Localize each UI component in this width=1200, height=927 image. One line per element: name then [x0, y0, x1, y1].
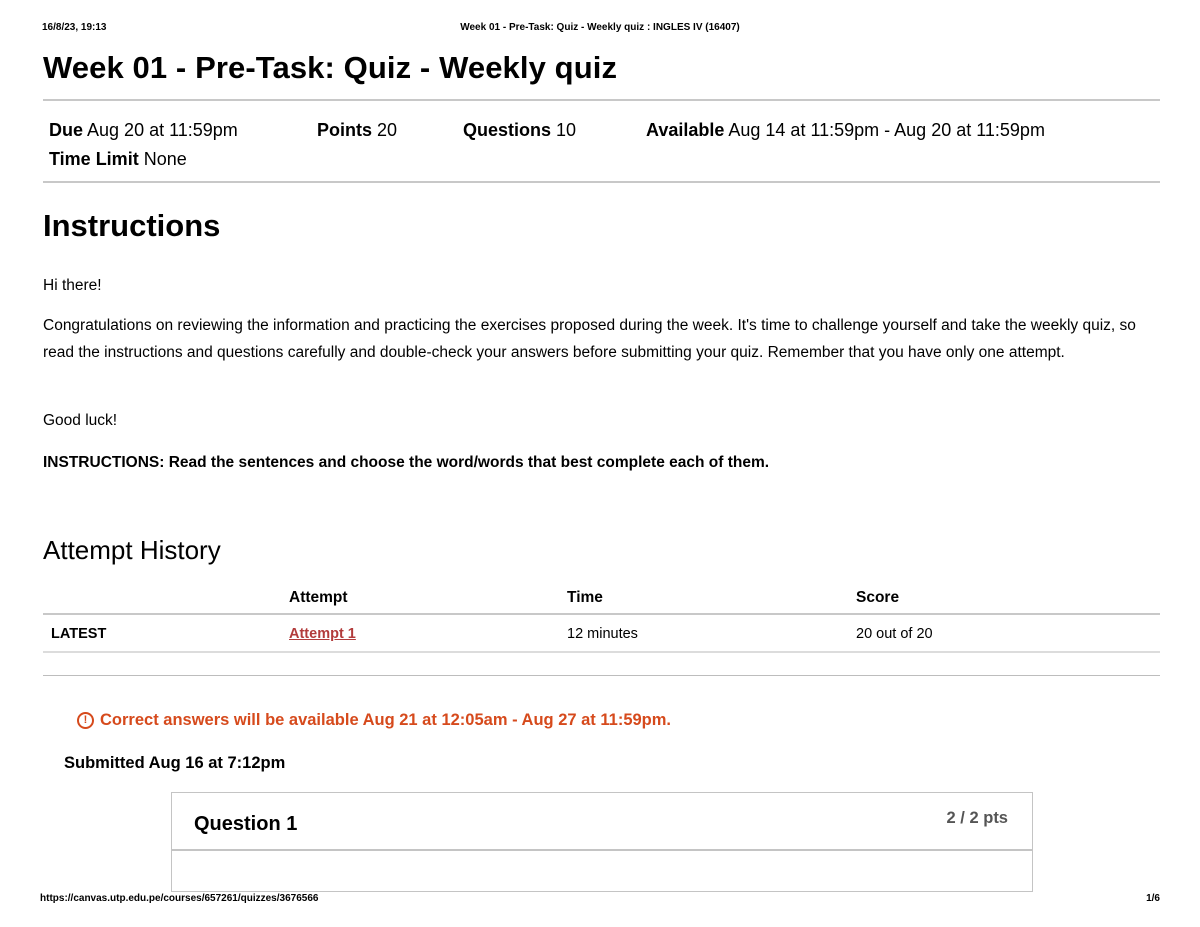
attempt-time: 12 minutes: [567, 626, 638, 642]
available-info: Available Aug 14 at 11:59pm - Aug 20 at …: [646, 116, 1045, 145]
points-value: 20: [372, 120, 398, 140]
question-header: Question 1 2 / 2 pts: [172, 793, 1032, 851]
column-header-score: Score: [856, 589, 900, 606]
quiz-meta-row: Due Aug 20 at 11:59pm Points 20 Question…: [49, 116, 1149, 145]
divider: [43, 99, 1160, 101]
points-info: Points 20: [317, 116, 463, 145]
table-header: Attempt Time Score: [43, 582, 1160, 615]
available-label: Available: [646, 120, 725, 140]
due-label: Due: [49, 120, 84, 140]
instructions-greeting: Hi there!: [43, 277, 102, 294]
questions-info: Questions 10: [463, 116, 646, 145]
questions-label: Questions: [463, 120, 552, 140]
instructions-good-luck: Good luck!: [43, 412, 118, 429]
attempt-history-table: Attempt Time Score LATEST Attempt 1 12 m…: [43, 582, 1160, 653]
correct-answers-warning: ! Correct answers will be available Aug …: [77, 711, 671, 730]
time-limit-label: Time Limit: [49, 149, 139, 169]
page-title: Week 01 - Pre-Task: Quiz - Weekly quiz: [43, 50, 618, 85]
instructions-directive: INSTRUCTIONS: Read the sentences and cho…: [43, 454, 770, 471]
divider: [43, 181, 1160, 183]
due-value: Aug 20 at 11:59pm: [83, 120, 238, 140]
alert-circle-icon: !: [77, 712, 94, 729]
column-header-attempt: Attempt: [289, 589, 348, 606]
submitted-timestamp: Submitted Aug 16 at 7:12pm: [64, 754, 286, 772]
question-card: Question 1 2 / 2 pts: [171, 792, 1033, 892]
attempt-score: 20 out of 20: [856, 626, 933, 642]
warning-text: Correct answers will be available Aug 21…: [100, 711, 672, 729]
time-limit-info: Time Limit None: [49, 145, 187, 174]
question-points: 2 / 2 pts: [946, 809, 1008, 827]
column-header-time: Time: [567, 589, 603, 606]
print-doc-title: Week 01 - Pre-Task: Quiz - Weekly quiz :…: [460, 22, 740, 33]
time-limit-value: None: [138, 149, 187, 169]
print-page-number: 1/6: [1146, 893, 1160, 904]
quiz-meta: Due Aug 20 at 11:59pm Points 20 Question…: [49, 116, 1149, 174]
points-label: Points: [317, 120, 373, 140]
attempt-history-heading: Attempt History: [43, 535, 221, 565]
table-row: LATEST Attempt 1 12 minutes 20 out of 20: [43, 615, 1160, 653]
print-footer: https://canvas.utp.edu.pe/courses/657261…: [40, 893, 1160, 907]
attempt-status: LATEST: [51, 626, 107, 642]
print-header: 16/8/23, 19:13 Week 01 - Pre-Task: Quiz …: [42, 22, 1158, 36]
print-url: https://canvas.utp.edu.pe/courses/657261…: [40, 893, 319, 904]
question-title: Question 1: [194, 813, 298, 835]
available-value: Aug 14 at 11:59pm - Aug 20 at 11:59pm: [724, 120, 1045, 140]
quiz-meta-row: Time Limit None: [49, 145, 1149, 174]
instructions-body: Congratulations on reviewing the informa…: [43, 317, 1136, 361]
divider: [43, 675, 1160, 676]
attempt-1-link[interactable]: Attempt 1: [289, 615, 356, 653]
instructions-heading: Instructions: [43, 208, 221, 243]
due-info: Due Aug 20 at 11:59pm: [49, 116, 317, 145]
questions-value: 10: [551, 120, 577, 140]
